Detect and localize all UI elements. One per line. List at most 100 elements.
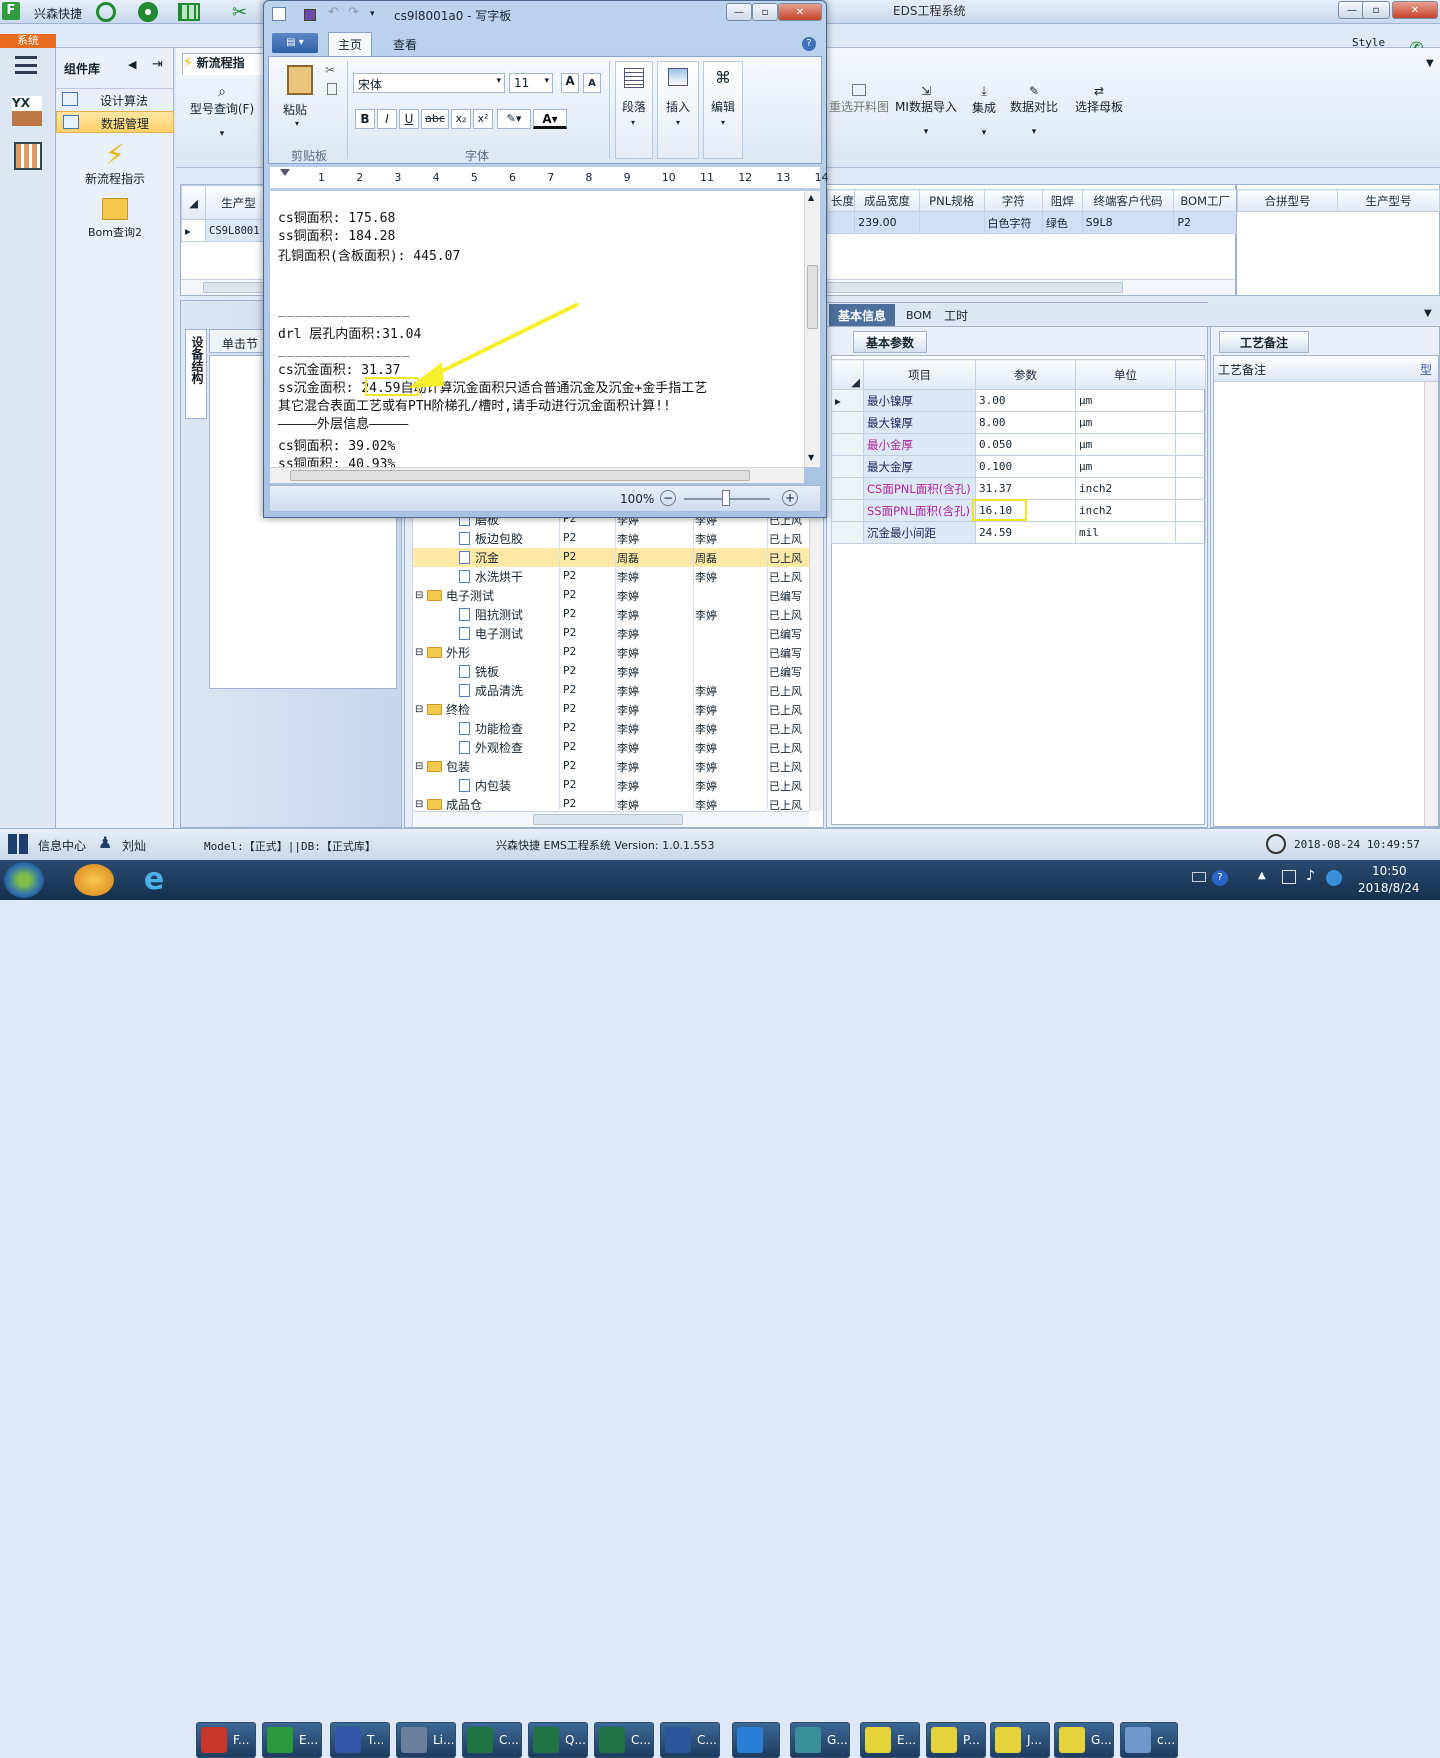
- chevron-down-icon[interactable]: ▾: [295, 119, 299, 128]
- ribbon-button-mi-import[interactable]: ⇲ MI数据导入 ▾: [892, 84, 960, 144]
- param-row[interactable]: 最小金厚 0.050 μm: [831, 433, 1206, 456]
- taskbar-item[interactable]: G...: [790, 1722, 850, 1758]
- strikethrough-icon[interactable]: abc: [421, 109, 449, 129]
- row-selector[interactable]: [831, 477, 864, 500]
- tree-row[interactable]: 成品仓 ⊟: [413, 795, 811, 810]
- param-row[interactable]: CS面PNL面积(含孔) 31.37 inch2: [831, 477, 1206, 500]
- remark-vscroll[interactable]: [1424, 382, 1438, 826]
- save-icon[interactable]: [304, 9, 316, 21]
- row-selector[interactable]: [831, 521, 864, 544]
- ribbon-button-compare[interactable]: ✎ 数据对比 ▾: [1006, 84, 1062, 144]
- bold-icon[interactable]: B: [355, 109, 375, 129]
- expand-toggle-icon[interactable]: ⊟: [415, 590, 423, 601]
- copy-icon[interactable]: [327, 83, 337, 95]
- taskbar-item[interactable]: Q...: [528, 1722, 588, 1758]
- expand-toggle-icon[interactable]: ⊟: [415, 799, 423, 810]
- close-button[interactable]: ✕: [1392, 1, 1438, 19]
- new-process-tab[interactable]: ⚡ 新流程指: [182, 53, 272, 75]
- taskbar-item[interactable]: F...: [196, 1722, 256, 1758]
- shrink-font-icon[interactable]: A: [583, 73, 601, 93]
- row-selector[interactable]: [831, 433, 864, 456]
- param-value[interactable]: 31.37: [975, 477, 1076, 500]
- tree-hscroll[interactable]: [413, 811, 809, 827]
- insert-button[interactable]: 插入 ▾: [657, 61, 699, 159]
- wordpad-icon[interactable]: [272, 7, 286, 21]
- taskbar-item[interactable]: C...: [660, 1722, 720, 1758]
- tab-bom[interactable]: BOM: [897, 304, 941, 326]
- cut-icon[interactable]: ✂: [325, 63, 335, 77]
- grid-cell[interactable]: [918, 211, 985, 234]
- param-row[interactable]: ▸ 最小镍厚 3.00 μm: [831, 389, 1206, 412]
- wordpad-maximize-button[interactable]: ▫: [752, 3, 778, 21]
- pin-icon[interactable]: ⇥: [152, 57, 163, 72]
- grid-cell[interactable]: CS9L8001: [205, 219, 272, 242]
- indent-marker-icon[interactable]: [280, 169, 290, 176]
- collapse-left-icon[interactable]: ◀: [128, 58, 136, 71]
- system-tab[interactable]: 系统: [0, 34, 56, 48]
- param-value[interactable]: 0.050: [975, 433, 1076, 456]
- param-value[interactable]: 8.00: [975, 411, 1076, 434]
- tray-help-icon[interactable]: ?: [1212, 870, 1228, 886]
- scroll-thumb[interactable]: [533, 814, 683, 825]
- ribbon-button-select-mother[interactable]: ⇄ 选择母板: [1070, 84, 1128, 144]
- scroll-down-icon[interactable]: ▼: [808, 453, 814, 462]
- wordpad-app-menu[interactable]: ▤ ▾: [272, 33, 318, 53]
- grow-font-icon[interactable]: A: [561, 73, 579, 93]
- highlight-icon[interactable]: ✎▾: [497, 109, 531, 129]
- tree-row[interactable]: 水洗烘干: [413, 567, 811, 586]
- ie-icon[interactable]: e: [134, 864, 174, 896]
- remark-tab[interactable]: 工艺备注: [1219, 331, 1309, 353]
- tree-row[interactable]: 内包装: [413, 776, 811, 795]
- row-selector[interactable]: ▸: [831, 389, 864, 412]
- underline-icon[interactable]: U: [399, 109, 419, 129]
- info-center-label[interactable]: 信息中心: [38, 837, 86, 854]
- shell-icon[interactable]: [74, 864, 114, 896]
- wordpad-tab-view[interactable]: 查看: [384, 33, 426, 55]
- subscript-icon[interactable]: x₂: [451, 109, 471, 129]
- italic-icon[interactable]: I: [377, 109, 397, 129]
- tray-volume-icon[interactable]: ♪: [1306, 868, 1315, 884]
- row-selector[interactable]: ▸: [181, 219, 206, 242]
- panel-expand-icon[interactable]: ▼: [1424, 308, 1432, 319]
- tray-app-icon[interactable]: [1326, 870, 1342, 886]
- search-icon[interactable]: [96, 2, 116, 22]
- tree-vscroll[interactable]: [809, 501, 823, 811]
- zoom-in-button[interactable]: +: [782, 490, 798, 506]
- expand-toggle-icon[interactable]: ⊟: [415, 647, 423, 658]
- param-value[interactable]: 24.59: [975, 521, 1076, 544]
- vertical-tab-device[interactable]: 设备结构: [185, 329, 207, 419]
- ruler[interactable]: 1 2 3 4 5 6 7 8 9 10 11 12 13 14: [270, 167, 829, 189]
- grid-cell[interactable]: S9L8: [1081, 211, 1175, 234]
- tray-date[interactable]: 2018/8/24: [1358, 881, 1420, 895]
- nav-item-design-algorithm[interactable]: 设计算法: [56, 88, 174, 110]
- tree-row[interactable]: 外观检查: [413, 738, 811, 757]
- nav-item-data-management[interactable]: 数据管理: [56, 111, 174, 133]
- tree-row[interactable]: 铣板: [413, 662, 811, 681]
- taskbar-item[interactable]: C...: [594, 1722, 654, 1758]
- paragraph-button[interactable]: 段落 ▾: [615, 61, 653, 159]
- scroll-up-icon[interactable]: ▲: [808, 193, 814, 202]
- windows-tiles-icon[interactable]: [8, 834, 28, 854]
- font-name-select[interactable]: 宋体 ▾: [353, 73, 505, 93]
- taskbar-item[interactable]: T...: [330, 1722, 390, 1758]
- tree-row[interactable]: 阻抗测试: [413, 605, 811, 624]
- tree-left-splitter[interactable]: [405, 501, 413, 827]
- maximize-button[interactable]: ▫: [1362, 1, 1390, 19]
- tree-row[interactable]: 电子测试: [413, 624, 811, 643]
- factory-icon[interactable]: YX: [12, 96, 42, 126]
- launcher-bom-query[interactable]: Bom查询2: [66, 198, 164, 242]
- tree-row[interactable]: 外形 ⊟: [413, 643, 811, 662]
- tray-keyboard-icon[interactable]: [1192, 872, 1206, 882]
- grid-cell[interactable]: 绿色: [1041, 211, 1083, 234]
- param-row[interactable]: 最大金厚 0.100 μm: [831, 455, 1206, 478]
- tree-row[interactable]: 功能检查: [413, 719, 811, 738]
- ribbon-button-integrate[interactable]: ⤓ 集成 ▾: [964, 84, 1004, 144]
- tray-network-icon[interactable]: [1282, 870, 1296, 884]
- taskbar-item[interactable]: [732, 1722, 780, 1758]
- tree-row[interactable]: 包装 ⊟: [413, 757, 811, 776]
- param-value[interactable]: 0.100: [975, 455, 1076, 478]
- grid-cell[interactable]: 239.00: [854, 211, 920, 234]
- tree-row[interactable]: 终检 ⊟: [413, 700, 811, 719]
- grid-cell[interactable]: 白色字符: [983, 211, 1043, 234]
- expand-toggle-icon[interactable]: ⊟: [415, 761, 423, 772]
